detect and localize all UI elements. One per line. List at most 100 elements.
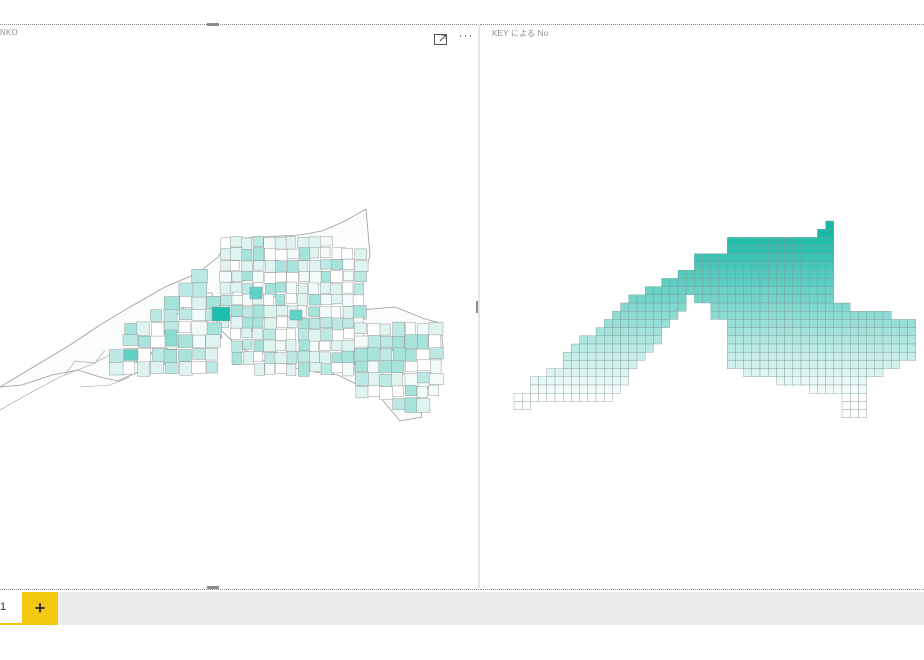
grid-cell[interactable] (809, 368, 818, 378)
map-region[interactable] (151, 322, 165, 337)
choropleth-map[interactable] (0, 25, 478, 589)
grid-cell[interactable] (554, 368, 564, 378)
grid-cell[interactable] (874, 311, 884, 320)
grid-cell[interactable] (809, 343, 818, 353)
grid-cell[interactable] (743, 327, 753, 337)
grid-cell[interactable] (817, 327, 826, 337)
grid-cell[interactable] (907, 352, 917, 361)
map-region[interactable] (275, 294, 286, 306)
grid-cell[interactable] (817, 319, 826, 328)
grid-cell[interactable] (858, 384, 867, 394)
map-region[interactable] (428, 322, 444, 336)
grid-cell[interactable] (833, 311, 843, 320)
grid-cell[interactable] (809, 245, 818, 255)
grid-cell[interactable] (833, 360, 843, 369)
grid-cell[interactable] (809, 261, 818, 271)
grid-cell[interactable] (776, 343, 785, 353)
grid-cell[interactable] (571, 343, 580, 353)
grid-cell[interactable] (595, 384, 605, 394)
add-page-button[interactable]: + (22, 592, 58, 625)
grid-cell[interactable] (726, 311, 736, 320)
grid-cell[interactable] (743, 278, 753, 287)
map-region[interactable] (252, 247, 265, 261)
grid-cell[interactable] (636, 319, 646, 328)
grid-cell[interactable] (792, 368, 802, 378)
grid-cell[interactable] (841, 335, 851, 345)
grid-cell[interactable] (809, 384, 818, 394)
grid-cell[interactable] (743, 311, 753, 320)
grid-cell[interactable] (562, 360, 572, 369)
grid-cell[interactable] (603, 360, 613, 369)
grid-cell[interactable] (710, 253, 720, 263)
grid-cell[interactable] (792, 376, 802, 386)
grid-cell[interactable] (726, 245, 736, 255)
map-region[interactable] (253, 260, 265, 271)
grid-cell[interactable] (612, 319, 621, 328)
map-region[interactable] (150, 309, 162, 322)
grid-cell[interactable] (792, 278, 802, 287)
map-region[interactable] (241, 237, 252, 250)
map-region[interactable] (241, 327, 252, 338)
grid-cell[interactable] (768, 352, 777, 361)
grid-cell[interactable] (882, 352, 892, 361)
grid-cell[interactable] (768, 302, 777, 312)
grid-cell[interactable] (907, 335, 917, 345)
map-region[interactable] (230, 236, 243, 248)
grid-cell[interactable] (858, 393, 867, 402)
map-region[interactable] (308, 259, 322, 274)
grid-cell[interactable] (776, 302, 785, 312)
grid-cell[interactable] (661, 302, 671, 312)
grid-cell[interactable] (800, 294, 810, 304)
map-region[interactable] (253, 351, 264, 363)
grid-cell[interactable] (636, 352, 646, 361)
grid-cell[interactable] (809, 327, 818, 337)
grid-cell[interactable] (768, 311, 777, 320)
grid-cell[interactable] (825, 278, 835, 287)
grid-cell[interactable] (768, 319, 777, 328)
map-region[interactable] (178, 349, 192, 362)
grid-cell[interactable] (743, 302, 753, 312)
grid-cell[interactable] (636, 302, 646, 312)
map-region[interactable] (355, 372, 370, 386)
grid-cell[interactable] (825, 286, 835, 296)
grid-cell[interactable] (694, 278, 703, 287)
grid-cell[interactable] (751, 269, 761, 279)
grid-cell[interactable] (628, 302, 638, 312)
grid-cell[interactable] (768, 261, 777, 271)
grid-cell[interactable] (768, 327, 777, 337)
grid-cell[interactable] (850, 368, 859, 378)
map-region[interactable] (253, 340, 264, 353)
grid-cell[interactable] (899, 319, 908, 328)
map-region[interactable] (405, 360, 418, 373)
grid-cell[interactable] (874, 352, 884, 361)
grid-cell[interactable] (825, 352, 835, 361)
grid-cell[interactable] (743, 294, 753, 304)
grid-cell[interactable] (817, 286, 826, 296)
grid-cell[interactable] (891, 335, 900, 345)
grid-cell[interactable] (726, 343, 736, 353)
grid-cell[interactable] (800, 343, 810, 353)
grid-cell[interactable] (784, 278, 794, 287)
grid-cell[interactable] (735, 253, 744, 263)
grid-cell[interactable] (702, 294, 712, 304)
grid-cell[interactable] (899, 343, 908, 353)
map-region[interactable] (264, 363, 275, 375)
grid-cell[interactable] (751, 360, 761, 369)
grid-cell[interactable] (858, 409, 867, 419)
grid-cell[interactable] (809, 319, 818, 328)
map-region[interactable] (309, 247, 319, 259)
grid-cell[interactable] (743, 360, 753, 369)
grid-cell[interactable] (841, 343, 851, 353)
grid-cell[interactable] (612, 327, 621, 337)
grid-cell[interactable] (882, 327, 892, 337)
grid-cell[interactable] (759, 335, 769, 345)
grid-cell[interactable] (612, 376, 621, 386)
grid-cell[interactable] (743, 245, 753, 255)
grid-cell[interactable] (817, 294, 826, 304)
grid-cell[interactable] (825, 237, 835, 246)
grid-cell[interactable] (562, 384, 572, 394)
grid-cell[interactable] (743, 286, 753, 296)
map-region[interactable] (298, 339, 310, 351)
grid-cell[interactable] (571, 352, 580, 361)
grid-cell[interactable] (776, 327, 785, 337)
